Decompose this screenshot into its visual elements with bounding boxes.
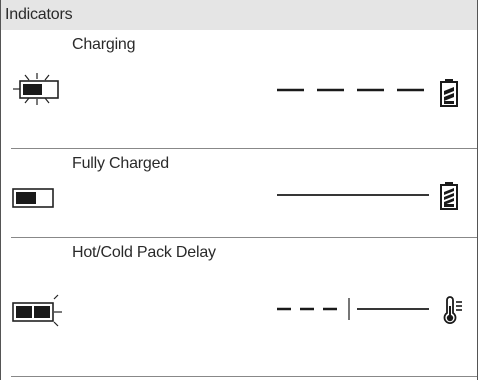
indicator-label: Fully Charged: [72, 155, 170, 172]
indicators-header: Indicators: [1, 0, 477, 30]
battery-charging-icon: [440, 79, 458, 107]
indicator-label: Hot/Cold Pack Delay: [72, 244, 216, 261]
divider: [11, 376, 477, 377]
single-blinking-led-icon: [13, 73, 59, 105]
dashed-then-solid-line-indicator: [277, 298, 429, 320]
indicators-panel: Indicators Charging Fully Charged Hot/Co…: [0, 0, 478, 380]
double-blinking-led-icon: [12, 294, 62, 327]
indicator-label: Charging: [72, 36, 136, 53]
indicators-title: Indicators: [5, 6, 73, 23]
indicator-row-charging: Charging: [1, 30, 477, 148]
battery-full-icon: [440, 182, 458, 210]
single-solid-led-icon: [12, 188, 54, 208]
thermometer-icon: [443, 296, 462, 324]
solid-line-indicator: [277, 194, 429, 196]
dashed-line-indicator: [277, 88, 429, 92]
indicator-row-fully-charged: Fully Charged: [1, 149, 477, 237]
indicator-row-hot-cold-pack-delay: Hot/Cold Pack Delay: [1, 238, 477, 376]
